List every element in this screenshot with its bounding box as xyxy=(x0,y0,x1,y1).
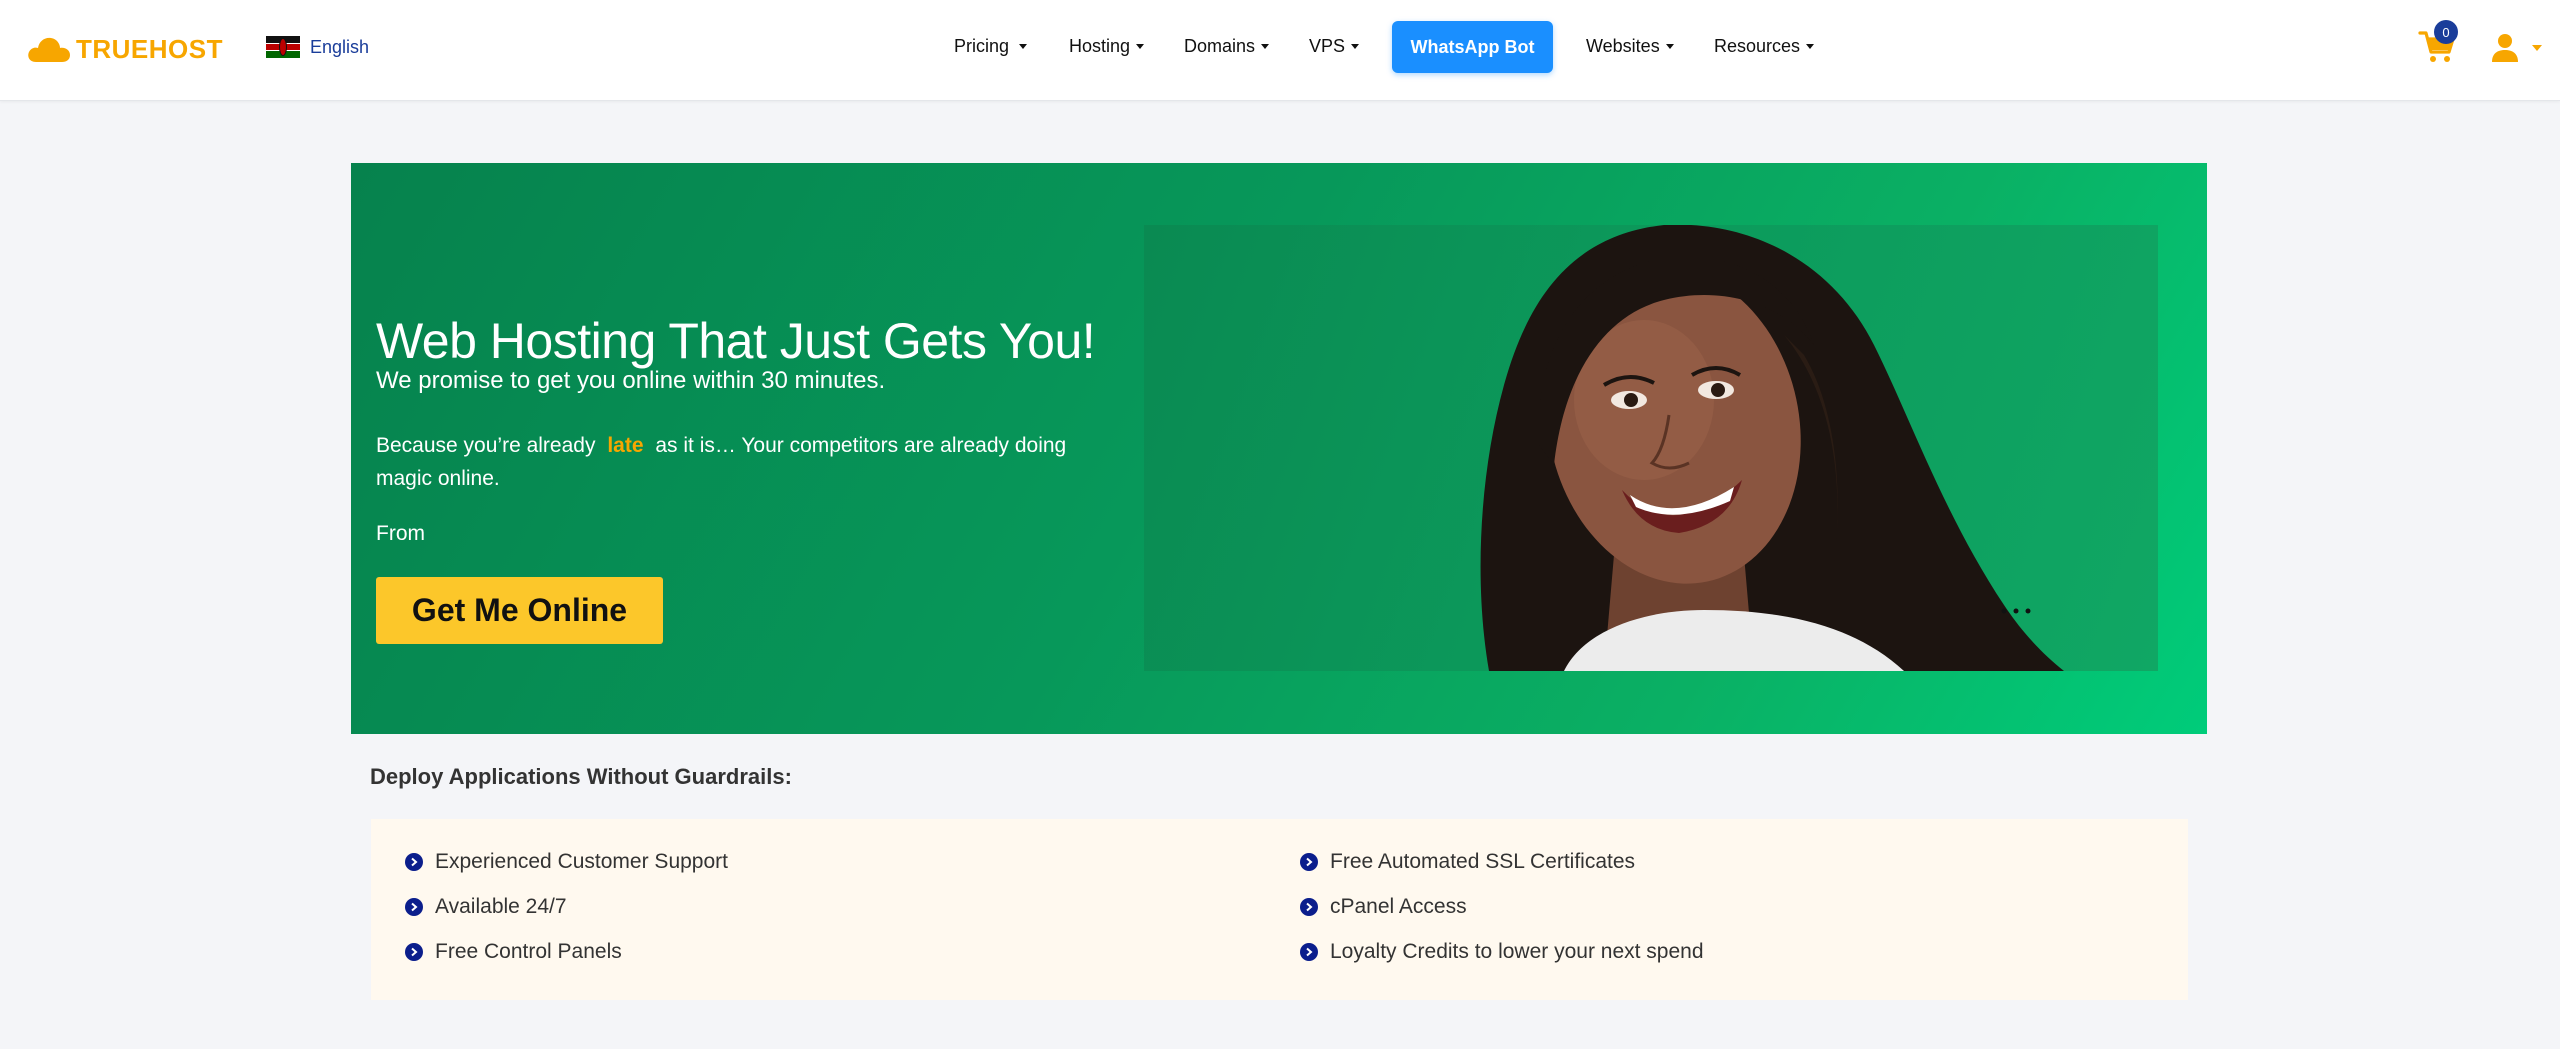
truehost-logo[interactable]: TRUEHOST xyxy=(26,32,223,66)
nav-resources-label: Resources xyxy=(1714,36,1801,56)
nav-hosting[interactable]: Hosting xyxy=(1069,36,1145,57)
user-account-icon[interactable] xyxy=(2490,32,2520,62)
chevron-down-icon xyxy=(1019,44,1028,49)
brand-name: TRUEHOST xyxy=(76,33,223,64)
chevron-circle-icon xyxy=(1300,898,1318,916)
chevron-down-icon xyxy=(1261,44,1270,49)
carousel-dots[interactable] xyxy=(1999,606,2059,616)
features-list: Experienced Customer Support Available 2… xyxy=(371,819,2188,1000)
chevron-circle-icon xyxy=(405,898,423,916)
nav-hosting-label: Hosting xyxy=(1069,36,1131,56)
whatsapp-bot-button[interactable]: WhatsApp Bot xyxy=(1392,21,1553,73)
language-label: English xyxy=(310,36,370,57)
hero-image xyxy=(1144,225,2158,671)
chevron-down-icon xyxy=(1136,44,1145,49)
nav-pricing[interactable]: Pricing xyxy=(954,36,1028,57)
nav-vps-label: VPS xyxy=(1309,36,1346,56)
cart-count-badge: 0 xyxy=(2434,20,2458,44)
feature-label: Loyalty Credits to lower your next spend xyxy=(1330,940,1704,963)
get-me-online-button[interactable]: Get Me Online xyxy=(376,577,663,644)
hero-title: Web Hosting That Just Gets You! xyxy=(376,312,1096,369)
hero-highlight: late xyxy=(607,434,644,457)
chevron-down-icon xyxy=(1806,44,1815,49)
feature-item: Experienced Customer Support xyxy=(405,850,728,874)
smiling-woman-photo xyxy=(1480,225,2064,671)
feature-label: cPanel Access xyxy=(1330,895,1467,918)
hero-banner: Web Hosting That Just Gets You! We promi… xyxy=(351,163,2207,734)
nav-domains-label: Domains xyxy=(1184,36,1256,56)
chevron-down-icon xyxy=(1665,44,1674,49)
feature-item: Free Control Panels xyxy=(405,940,622,964)
hero-subtitle: We promise to get you online within 30 m… xyxy=(376,367,886,394)
feature-item: cPanel Access xyxy=(1300,895,1467,919)
feature-item: Available 24/7 xyxy=(405,895,567,919)
nav-pricing-label: Pricing xyxy=(954,36,1010,56)
nav-websites-label: Websites xyxy=(1586,36,1660,56)
nav-resources[interactable]: Resources xyxy=(1714,36,1815,57)
feature-label: Available 24/7 xyxy=(435,895,567,918)
kenya-flag-icon xyxy=(266,36,300,58)
price-from-label: From xyxy=(376,522,425,545)
chevron-circle-icon xyxy=(405,853,423,871)
language-selector[interactable]: English xyxy=(266,36,369,58)
feature-item: Loyalty Credits to lower your next spend xyxy=(1300,940,1704,964)
feature-item: Free Automated SSL Certificates xyxy=(1300,850,1635,874)
hero-description: Because you’re already late as it is… Yo… xyxy=(376,429,1076,495)
hero-text-before: Because you’re already xyxy=(376,434,596,457)
features-title: Deploy Applications Without Guardrails: xyxy=(370,764,792,789)
nav-domains[interactable]: Domains xyxy=(1184,36,1270,57)
nav-vps[interactable]: VPS xyxy=(1309,36,1360,57)
chevron-down-icon[interactable] xyxy=(2532,45,2542,51)
feature-label: Free Control Panels xyxy=(435,940,622,963)
feature-label: Experienced Customer Support xyxy=(435,850,728,873)
chevron-down-icon xyxy=(1351,44,1360,49)
chevron-circle-icon xyxy=(1300,943,1318,961)
chevron-circle-icon xyxy=(405,943,423,961)
cloud-icon xyxy=(28,37,70,62)
feature-label: Free Automated SSL Certificates xyxy=(1330,850,1636,873)
nav-websites[interactable]: Websites xyxy=(1586,36,1674,57)
top-navbar: TRUEHOST English Pricing Hosting Domains… xyxy=(0,0,2560,101)
chevron-circle-icon xyxy=(1300,853,1318,871)
